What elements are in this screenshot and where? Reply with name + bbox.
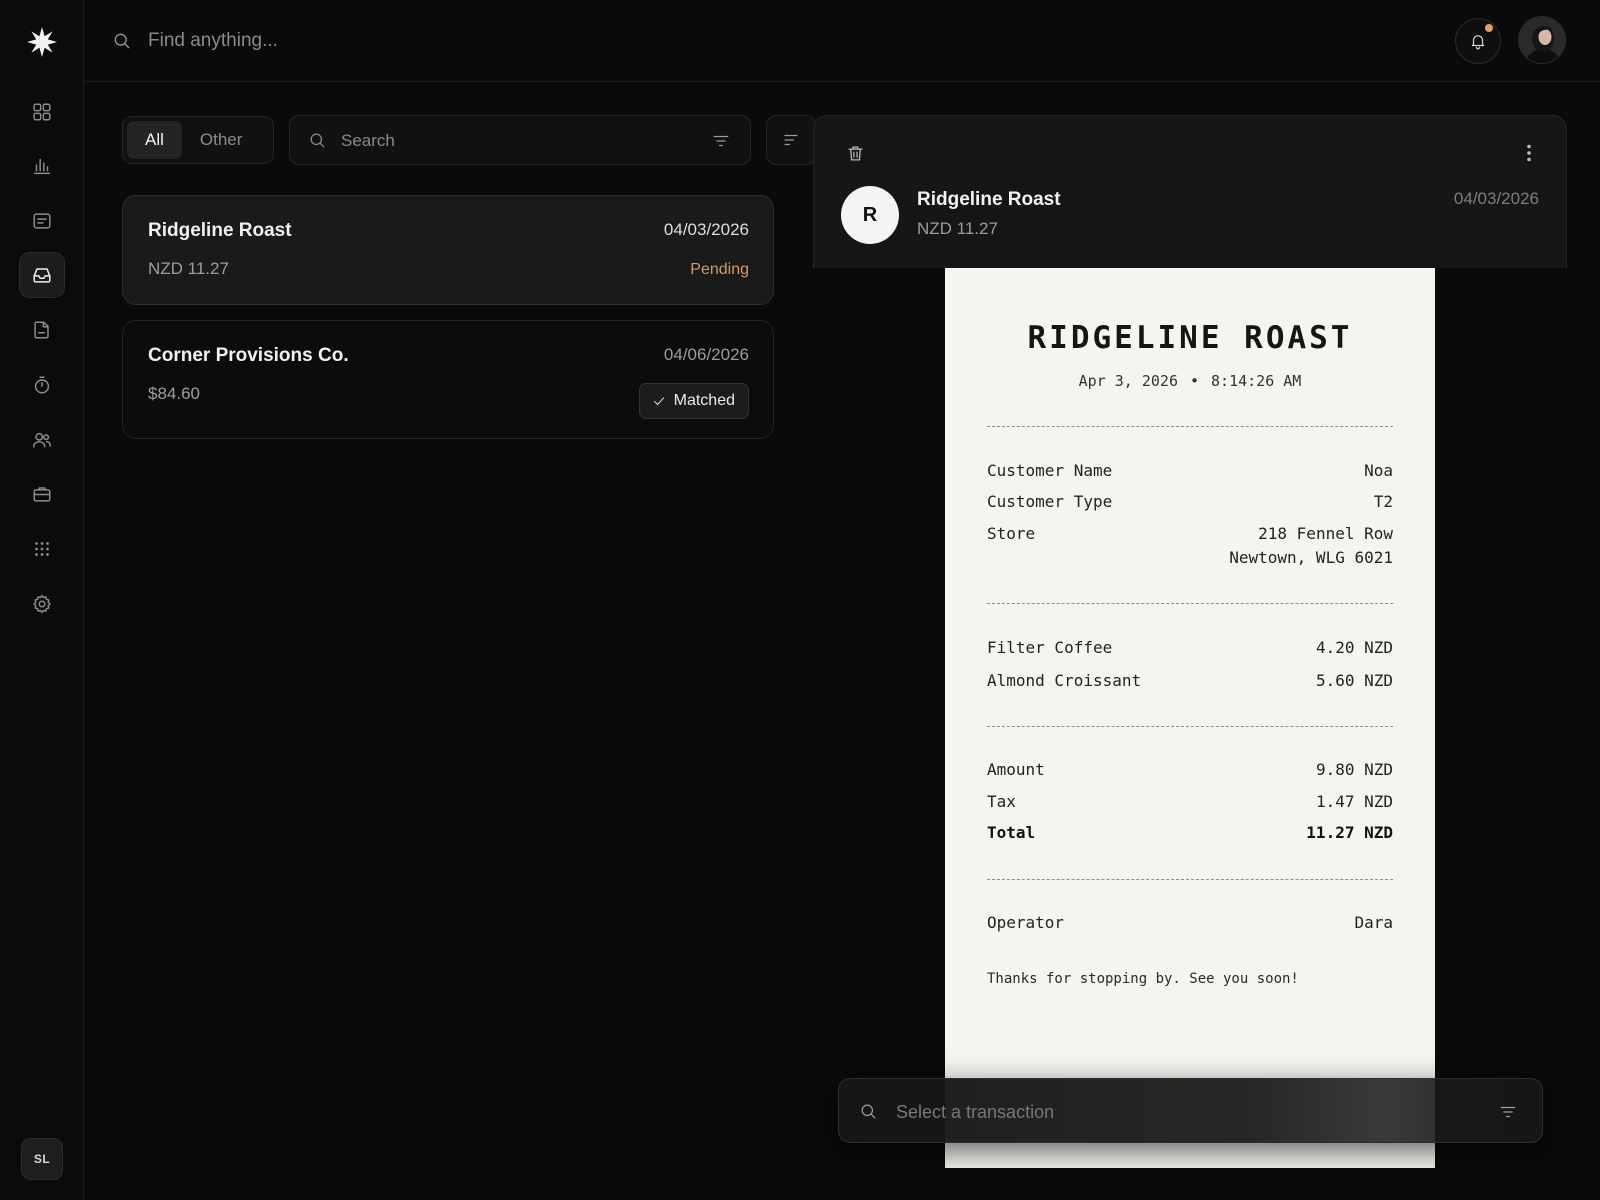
user-avatar[interactable] <box>1518 16 1566 64</box>
sidebar-item-apps[interactable] <box>19 526 65 572</box>
profile-photo-icon <box>1519 17 1565 63</box>
search-icon <box>112 31 132 51</box>
receipt-item-value: 4.20 NZD <box>1315 638 1393 657</box>
receipt-time: 8:14:26 AM <box>1211 372 1302 390</box>
inbox-icon <box>33 268 51 283</box>
briefcase-icon <box>33 487 51 502</box>
checkmark-icon <box>653 397 664 405</box>
apps-grid-icon <box>35 542 49 556</box>
search-icon <box>859 1102 878 1121</box>
sidebar: SL <box>0 0 84 1200</box>
sort-button[interactable] <box>766 115 816 165</box>
notification-dot <box>1485 24 1493 32</box>
transaction-merchant: Ridgeline Roast <box>148 220 292 241</box>
receipt-divider <box>987 879 1393 880</box>
delete-button[interactable] <box>842 140 868 166</box>
receipt-value: 11.27 NZD <box>1306 823 1393 842</box>
users-icon <box>33 432 51 448</box>
receipt-label: Total <box>987 823 1036 842</box>
file-icon <box>34 321 49 339</box>
receipt-divider <box>987 426 1393 427</box>
receipt-value: Noa <box>1364 461 1393 480</box>
transaction-amount: $84.60 <box>148 384 200 403</box>
receipt-date: Apr 3, 2026 <box>1078 372 1178 390</box>
sidebar-item-users[interactable] <box>19 417 65 463</box>
sidebar-item-documents[interactable] <box>19 198 65 244</box>
receipt-title: RIDGELINE ROAST <box>1027 320 1353 356</box>
receipt-label: Tax <box>987 792 1016 811</box>
more-options-button[interactable] <box>1516 138 1542 168</box>
detail-date: 04/03/2026 <box>1453 189 1539 208</box>
sidebar-item-inbox[interactable] <box>19 252 65 298</box>
receipt-value: Dara <box>1354 913 1393 932</box>
receipt-item-value: 5.60 NZD <box>1315 671 1393 690</box>
starburst-logo-icon[interactable] <box>26 26 58 58</box>
bell-icon <box>1471 35 1485 50</box>
receipt-value: 218 Fennel Row <box>1258 524 1393 543</box>
search-icon <box>308 131 327 150</box>
detail-header: R Ridgeline Roast NZD 11.27 04/03/2026 <box>813 115 1567 268</box>
transaction-date: 04/06/2026 <box>663 345 749 364</box>
transaction-amount: NZD 11.27 <box>148 259 229 278</box>
receipt-divider <box>987 726 1393 727</box>
filter-icon[interactable] <box>712 132 730 150</box>
receipt-footer-message: Thanks for stopping by. See you soon! <box>987 971 1299 987</box>
list-search-input[interactable] <box>341 128 681 154</box>
receipt-value: 9.80 NZD <box>1315 760 1393 779</box>
user-initials-badge[interactable]: SL <box>21 1138 63 1180</box>
transaction-date: 04/03/2026 <box>663 220 749 239</box>
receipt-label: Operator <box>987 913 1065 932</box>
receipt-separator: • <box>1190 372 1200 390</box>
settings-gear-icon <box>33 594 51 614</box>
receipt-label: Customer Type <box>987 492 1113 511</box>
filter-icon[interactable] <box>1499 1103 1517 1121</box>
detail-amount: NZD 11.27 <box>917 219 998 238</box>
trash-icon <box>848 146 862 160</box>
receipt-item-label: Filter Coffee <box>987 638 1113 657</box>
receipt-item-label: Almond Croissant <box>987 671 1142 690</box>
dashboard-grid-icon <box>33 103 51 121</box>
merchant-avatar: R <box>841 186 899 244</box>
sidebar-item-briefcase[interactable] <box>19 471 65 517</box>
documents-icon <box>33 213 51 229</box>
detail-merchant-name: Ridgeline Roast <box>917 189 1061 210</box>
transaction-card[interactable]: Corner Provisions Co. 04/06/2026 $84.60 … <box>122 320 774 439</box>
transaction-search-box <box>838 1078 1543 1143</box>
receipt-value: 1.47 NZD <box>1315 792 1393 811</box>
tab-other[interactable]: Other <box>182 121 261 159</box>
status-badge: Matched <box>638 383 749 419</box>
receipt-divider <box>987 603 1393 604</box>
receipt-datetime: Apr 3, 2026 • 8:14:26 AM <box>945 372 1435 390</box>
transaction-search-input[interactable] <box>896 1099 1456 1125</box>
status-badge: Pending <box>690 261 749 278</box>
sidebar-item-settings[interactable] <box>19 581 65 627</box>
status-label: Matched <box>673 392 735 409</box>
analytics-bars-icon <box>33 158 51 175</box>
timer-icon <box>34 376 50 394</box>
transaction-card[interactable]: Ridgeline Roast 04/03/2026 NZD 11.27 Pen… <box>122 195 774 305</box>
receipt-value: T2 <box>1373 492 1393 511</box>
receipt-image: RIDGELINE ROAST Apr 3, 2026 • 8:14:26 AM C… <box>945 268 1435 1168</box>
notifications-button[interactable] <box>1455 18 1501 64</box>
sidebar-item-files[interactable] <box>19 307 65 353</box>
filter-tabs: All Other <box>122 116 274 164</box>
global-search-input[interactable] <box>148 26 748 56</box>
sidebar-item-timer[interactable] <box>19 362 65 408</box>
receipt-label: Store <box>987 524 1036 543</box>
sort-lines-icon <box>784 134 798 146</box>
vertical-ellipsis-icon <box>1527 144 1531 162</box>
list-search-box <box>289 115 751 165</box>
detail-panel: R Ridgeline Roast NZD 11.27 04/03/2026 R… <box>813 115 1567 1200</box>
tab-all[interactable]: All <box>127 121 182 159</box>
transaction-merchant: Corner Provisions Co. <box>148 345 349 366</box>
receipt-value: Newtown, WLG 6021 <box>1229 548 1393 567</box>
sidebar-item-dashboard[interactable] <box>19 89 65 135</box>
receipt-label: Customer Name <box>987 461 1113 480</box>
top-bar <box>84 0 1600 82</box>
receipt-label: Amount <box>987 760 1045 779</box>
sidebar-item-analytics[interactable] <box>19 143 65 189</box>
